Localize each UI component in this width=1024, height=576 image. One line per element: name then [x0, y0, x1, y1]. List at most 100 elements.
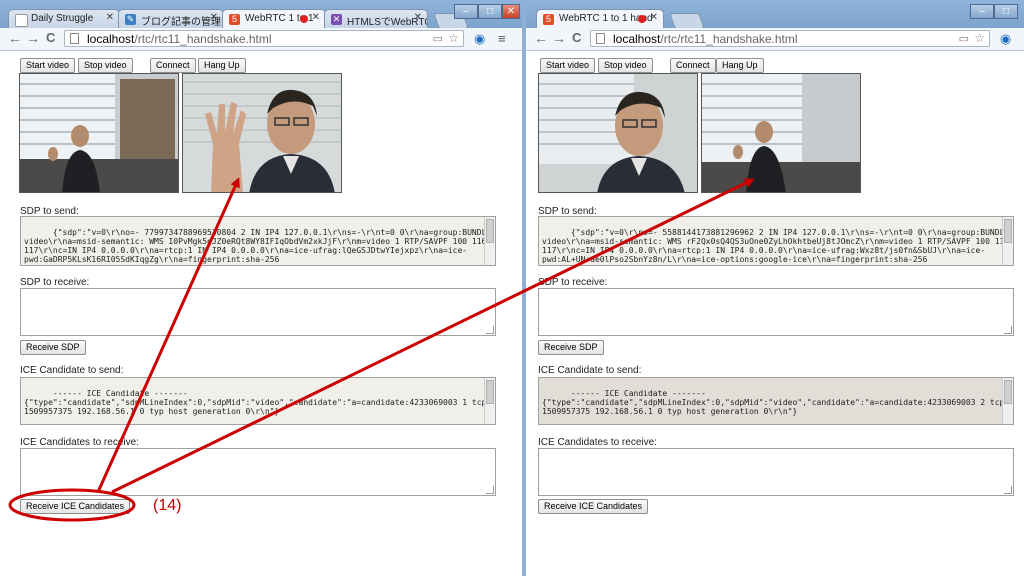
sdp-send-textarea[interactable]: {"sdp":"v=0\r\no=- 5588144173881296962 2… [538, 216, 1014, 266]
back-icon[interactable]: ← [534, 30, 548, 46]
tab-html5-webrtc[interactable]: ✕ HTMLSでWebRTC ✕ [324, 9, 428, 28]
connect-button[interactable]: Connect [670, 58, 716, 73]
sdp-send-text: {"sdp":"v=0\r\no=- 7799734788969530804 2… [24, 228, 495, 265]
remote-video [182, 73, 342, 193]
address-host: localhost [613, 32, 661, 46]
scrollbar[interactable] [484, 378, 495, 424]
camera-icon[interactable]: ▭ [433, 32, 443, 45]
video-frame-large-person [539, 74, 697, 192]
minimize-icon[interactable]: – [454, 4, 478, 19]
tab-webrtc-1to1-handshake[interactable]: 5 WebRTC 1 to 1 hand ✕ [536, 9, 664, 29]
ice-receive-label: ICE Candidates to receive: [20, 437, 139, 448]
ice-send-textarea[interactable]: ------ ICE Candidate ------- {"type":"ca… [538, 377, 1014, 425]
left-browser-window: Daily Struggle ✕ ✎ ブログ記事の管理 ✕ 5 WebRTC 1… [0, 0, 523, 576]
right-browser-window: 5 WebRTC 1 to 1 hand ✕ – □ ← → C localhos… [526, 0, 1024, 576]
connect-button[interactable]: Connect [150, 58, 196, 73]
sdp-send-text: {"sdp":"v=0\r\no=- 5588144173881296962 2… [542, 228, 1013, 265]
page-content: Start video Stop video Connect Hang Up S… [526, 51, 1024, 576]
video-frame-small-person [20, 74, 178, 192]
menu-icon[interactable]: ≡ [498, 31, 506, 46]
window-controls: – □ [970, 1, 1018, 19]
video-frame-large-person [183, 74, 341, 192]
sdp-send-textarea[interactable]: {"sdp":"v=0\r\no=- 7799734788969530804 2… [20, 216, 496, 266]
ice-send-textarea[interactable]: ------ ICE Candidate ------- {"type":"ca… [20, 377, 496, 425]
reload-icon[interactable]: C [572, 30, 581, 45]
close-icon[interactable]: ✕ [106, 12, 114, 23]
tab-daily-struggle[interactable]: Daily Struggle ✕ [8, 9, 120, 28]
sdp-receive-textarea[interactable] [20, 288, 496, 336]
maximize-icon[interactable]: □ [994, 4, 1018, 19]
star-icon[interactable]: ☆ [974, 31, 985, 45]
remote-video [701, 73, 861, 193]
browser-toolbar: ← → C localhost/rtc/rtc11_handshake.html… [526, 28, 1024, 51]
ice-send-label: ICE Candidate to send: [20, 365, 124, 376]
page-content: Start video Stop video Connect Hang Up S… [0, 51, 522, 576]
scrollbar[interactable] [484, 217, 495, 265]
camera-icon[interactable]: ▭ [959, 32, 969, 45]
tab-webrtc-1to1[interactable]: 5 WebRTC 1 to 1 ✕ [222, 9, 326, 29]
address-bar[interactable]: localhost/rtc/rtc11_handshake.html ▭ ☆ [590, 30, 990, 47]
webrtc-icon: ✕ [331, 14, 342, 25]
recording-icon [300, 15, 308, 23]
window-controls: – □ ✕ [454, 1, 520, 19]
address-host: localhost [87, 32, 135, 46]
tab-blog-admin[interactable]: ✎ ブログ記事の管理 ✕ [118, 9, 224, 28]
scrollbar[interactable] [1002, 378, 1013, 424]
minimize-icon[interactable]: – [970, 4, 994, 19]
receive-ice-candidates-button[interactable]: Receive ICE Candidates [20, 499, 131, 514]
hang-up-button[interactable]: Hang Up [716, 58, 764, 73]
recording-icon [638, 15, 646, 23]
receive-ice-candidates-button[interactable]: Receive ICE Candidates [538, 499, 649, 514]
local-video [19, 73, 179, 193]
html5-icon: 5 [229, 14, 240, 25]
ice-receive-textarea[interactable] [20, 448, 496, 496]
resize-grip-icon[interactable] [1004, 326, 1012, 334]
resize-grip-icon[interactable] [486, 486, 494, 494]
stop-video-button[interactable]: Stop video [78, 58, 133, 73]
tab-bar: 5 WebRTC 1 to 1 hand ✕ – □ [526, 0, 1024, 29]
tab-title: Daily Struggle [31, 13, 94, 24]
page-icon [15, 14, 28, 27]
maximize-icon[interactable]: □ [478, 4, 502, 19]
browser-toolbar: ← → C localhost/rtc/rtc11_handshake.html… [0, 28, 522, 51]
start-video-button[interactable]: Start video [20, 58, 76, 73]
close-icon[interactable]: ✕ [650, 12, 658, 23]
hang-up-button[interactable]: Hang Up [198, 58, 246, 73]
start-video-button[interactable]: Start video [540, 58, 596, 73]
back-icon[interactable]: ← [8, 30, 22, 46]
address-path: /rtc/rtc11_handshake.html [134, 32, 272, 46]
page-icon [596, 33, 605, 44]
blog-icon: ✎ [125, 14, 136, 25]
ice-send-text: ------ ICE Candidate ------- {"type":"ca… [542, 389, 1005, 416]
forward-icon[interactable]: → [26, 30, 40, 46]
close-icon[interactable]: ✕ [210, 12, 218, 23]
close-icon[interactable]: ✕ [414, 12, 422, 23]
resize-grip-icon[interactable] [486, 326, 494, 334]
close-icon[interactable]: ✕ [312, 12, 320, 23]
forward-icon[interactable]: → [552, 30, 566, 46]
receive-sdp-button[interactable]: Receive SDP [20, 340, 86, 355]
page-icon [70, 33, 79, 44]
extension-icon[interactable]: ◉ [1000, 31, 1011, 47]
tab-bar: Daily Struggle ✕ ✎ ブログ記事の管理 ✕ 5 WebRTC 1… [0, 0, 522, 29]
extension-icon[interactable]: ◉ [474, 31, 485, 47]
video-frame-small-person [702, 74, 860, 192]
resize-grip-icon[interactable] [1004, 486, 1012, 494]
reload-icon[interactable]: C [46, 30, 55, 45]
new-tab-button[interactable] [669, 13, 705, 29]
ice-send-label: ICE Candidate to send: [538, 365, 642, 376]
stop-video-button[interactable]: Stop video [598, 58, 653, 73]
sdp-receive-label: SDP to receive: [538, 277, 608, 288]
step-label: (14) [153, 497, 182, 514]
ice-receive-label: ICE Candidates to receive: [538, 437, 657, 448]
scrollbar[interactable] [1002, 217, 1013, 265]
sdp-receive-textarea[interactable] [538, 288, 1014, 336]
ice-send-text: ------ ICE Candidate ------- {"type":"ca… [24, 389, 487, 416]
address-bar[interactable]: localhost/rtc/rtc11_handshake.html ▭ ☆ [64, 30, 464, 47]
star-icon[interactable]: ☆ [448, 31, 459, 45]
close-window-icon[interactable]: ✕ [502, 4, 520, 19]
html5-icon: 5 [543, 14, 554, 25]
receive-sdp-button[interactable]: Receive SDP [538, 340, 604, 355]
local-video [538, 73, 698, 193]
ice-receive-textarea[interactable] [538, 448, 1014, 496]
